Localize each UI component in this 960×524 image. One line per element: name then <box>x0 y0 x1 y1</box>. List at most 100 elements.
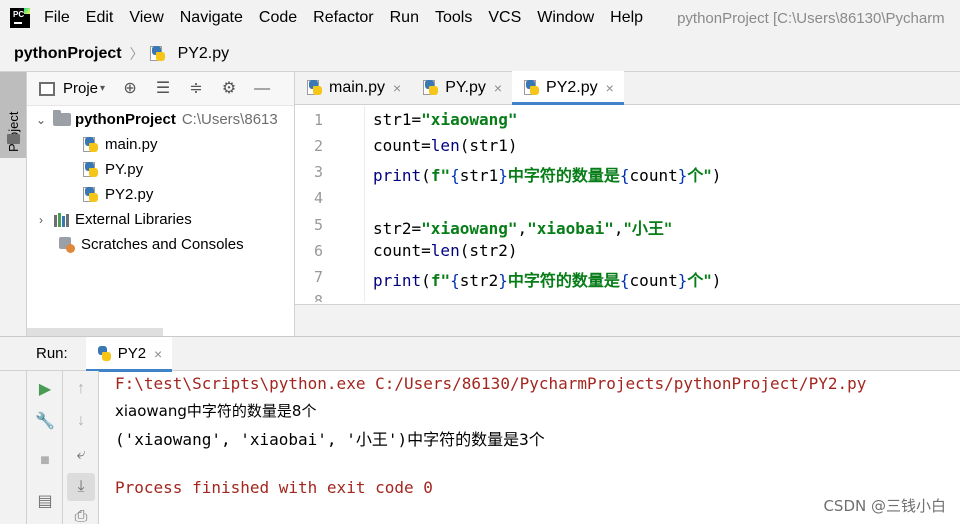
external-libraries-label: External Libraries <box>75 211 192 228</box>
tree-item-project-root[interactable]: ⌄ pythonProject C:\Users\8613 <box>35 107 278 132</box>
code-line: str1="xiaowang" <box>373 110 518 129</box>
menu-navigate[interactable]: Navigate <box>180 9 243 27</box>
run-actions-column: ▶ 🔧 ■ ▤ <box>27 371 63 524</box>
tab-py2-py[interactable]: PY2.py × <box>512 71 624 105</box>
project-view-icon <box>39 81 55 96</box>
hide-panel-icon[interactable]: — <box>254 80 270 97</box>
tree-item-file[interactable]: PY2.py <box>83 182 153 207</box>
menu-vcs[interactable]: VCS <box>488 9 521 27</box>
console-line: ('xiaowang', 'xiaobai', '小王')中字符的数量是3个 <box>115 430 545 449</box>
menu-view[interactable]: View <box>129 9 163 27</box>
run-tab-label: PY2 <box>117 345 147 362</box>
python-icon <box>96 345 112 362</box>
stop-icon[interactable]: ■ <box>33 449 57 473</box>
menu-help[interactable]: Help <box>610 9 643 27</box>
run-tab[interactable]: PY2 × <box>85 336 173 372</box>
menu-tools[interactable]: Tools <box>435 9 472 27</box>
menu-bar: PC File Edit View Navigate Code Refactor… <box>0 0 960 36</box>
chevron-down-icon[interactable]: ▾ <box>100 83 105 94</box>
code-line: count=len(str2) <box>373 241 518 260</box>
tab-py-py[interactable]: PY.py × <box>411 71 512 104</box>
python-file-icon <box>423 79 439 96</box>
scratches-icon <box>59 236 75 253</box>
project-tool-label: Project <box>6 111 21 152</box>
library-icon <box>53 212 71 227</box>
console-line: xiaowang中字符的数量是8个 <box>115 402 317 420</box>
console-actions-column: ↑ ↓ ⤶ ⤓ ⎙ <box>63 371 99 524</box>
soft-wrap-icon[interactable]: ⤶ <box>69 443 93 467</box>
breadcrumb-project[interactable]: pythonProject <box>14 45 122 63</box>
code-line: print(f"{str1}中字符的数量是{count}个") <box>373 166 722 185</box>
scratches-label: Scratches and Consoles <box>81 236 244 253</box>
project-root-name: pythonProject <box>75 111 176 128</box>
watermark: CSDN @三钱小白 <box>823 497 946 515</box>
python-file-icon <box>149 45 166 62</box>
line-number: 3 <box>313 163 323 181</box>
python-file-icon <box>83 136 99 153</box>
bottom-left-strip <box>0 371 27 524</box>
wrench-icon[interactable]: 🔧 <box>33 409 57 433</box>
tree-item-scratches[interactable]: Scratches and Consoles <box>59 232 244 257</box>
code-line: count=len(str1) <box>373 136 518 155</box>
menu-refactor[interactable]: Refactor <box>313 9 373 27</box>
close-icon[interactable]: × <box>393 80 401 96</box>
line-number: 2 <box>313 137 323 155</box>
code-line: str2="xiaowang","xiaobai","小王" <box>373 219 673 238</box>
close-icon[interactable]: × <box>606 80 614 96</box>
print-icon[interactable]: ⎙ <box>69 505 93 524</box>
line-number: 1 <box>313 111 323 129</box>
line-number: 6 <box>313 242 323 260</box>
breadcrumb-file[interactable]: PY2.py <box>178 45 230 63</box>
run-label: Run: <box>36 345 68 362</box>
folder-icon <box>7 134 20 144</box>
close-icon[interactable]: × <box>154 346 162 362</box>
chevron-down-icon[interactable]: ⌄ <box>35 113 47 127</box>
project-root-path: C:\Users\8613 <box>181 111 278 128</box>
menu-run[interactable]: Run <box>390 9 419 27</box>
menu-window[interactable]: Window <box>537 9 594 27</box>
tab-label: PY2.py <box>546 78 598 96</box>
tree-item-file[interactable]: PY.py <box>83 157 143 182</box>
project-view-selector[interactable]: Proje <box>63 80 98 97</box>
breadcrumb-separator: 〉 <box>129 45 144 62</box>
pycharm-logo-icon: PC <box>10 8 30 28</box>
left-tool-strip: Project <box>0 72 27 336</box>
project-toolbar: Proje ▾ ⊕ ☰ ≑ ⚙ — <box>27 72 294 106</box>
code-line: print(f"{str2}中字符的数量是{count}个") <box>373 271 722 290</box>
chevron-right-icon[interactable]: › <box>35 213 47 227</box>
tree-item-external-libraries[interactable]: › External Libraries <box>35 207 192 232</box>
code-area[interactable]: str1="xiaowang" count=len(str1) print(f"… <box>373 106 960 302</box>
arrow-up-icon[interactable]: ↑ <box>69 377 93 401</box>
console-line: Process finished with exit code 0 <box>115 478 433 497</box>
python-file-icon <box>83 186 99 203</box>
tab-label: PY.py <box>445 78 486 96</box>
python-file-icon <box>524 79 540 96</box>
menu-edit[interactable]: Edit <box>86 9 114 27</box>
line-number: 8 <box>313 292 323 302</box>
project-tool-window-button[interactable]: Project <box>0 72 26 158</box>
line-number-gutter: 1 2 3 4 5 6 7 8 <box>295 106 365 302</box>
locate-target-icon[interactable]: ⊕ <box>122 80 138 97</box>
file-name: PY.py <box>105 161 144 178</box>
horizontal-scrollbar[interactable] <box>27 328 163 336</box>
line-number: 5 <box>313 216 323 234</box>
menu-code[interactable]: Code <box>259 9 297 27</box>
horizontal-scrollbar[interactable] <box>295 304 960 336</box>
project-panel: Proje ▾ ⊕ ☰ ≑ ⚙ — ⌄ pythonProject C:\Use… <box>27 72 295 336</box>
arrow-down-icon[interactable]: ↓ <box>69 409 93 433</box>
code-editor: main.py × PY.py × PY2.py × 1 2 3 4 5 6 7… <box>295 71 960 336</box>
close-icon[interactable]: × <box>494 80 502 96</box>
collapse-all-icon[interactable]: ≑ <box>188 80 204 97</box>
run-panel: Run: PY2 × ▶ 🔧 ■ ▤ ↑ ↓ ⤶ ⤓ ⎙ F:\test\Scr… <box>0 336 960 524</box>
layout-icon[interactable]: ▤ <box>33 489 57 513</box>
menu-file[interactable]: File <box>44 9 70 27</box>
console-line: F:\test\Scripts\python.exe C:/Users/8613… <box>115 374 867 393</box>
run-icon[interactable]: ▶ <box>33 377 57 401</box>
navigation-bar: pythonProject 〉 PY2.py <box>0 36 960 72</box>
tree-item-file[interactable]: main.py <box>83 132 158 157</box>
tab-main-py[interactable]: main.py × <box>295 71 411 104</box>
expand-all-icon[interactable]: ☰ <box>155 80 171 97</box>
tab-label: main.py <box>329 78 386 96</box>
gear-icon[interactable]: ⚙ <box>221 80 237 97</box>
scroll-to-end-icon[interactable]: ⤓ <box>67 473 95 501</box>
